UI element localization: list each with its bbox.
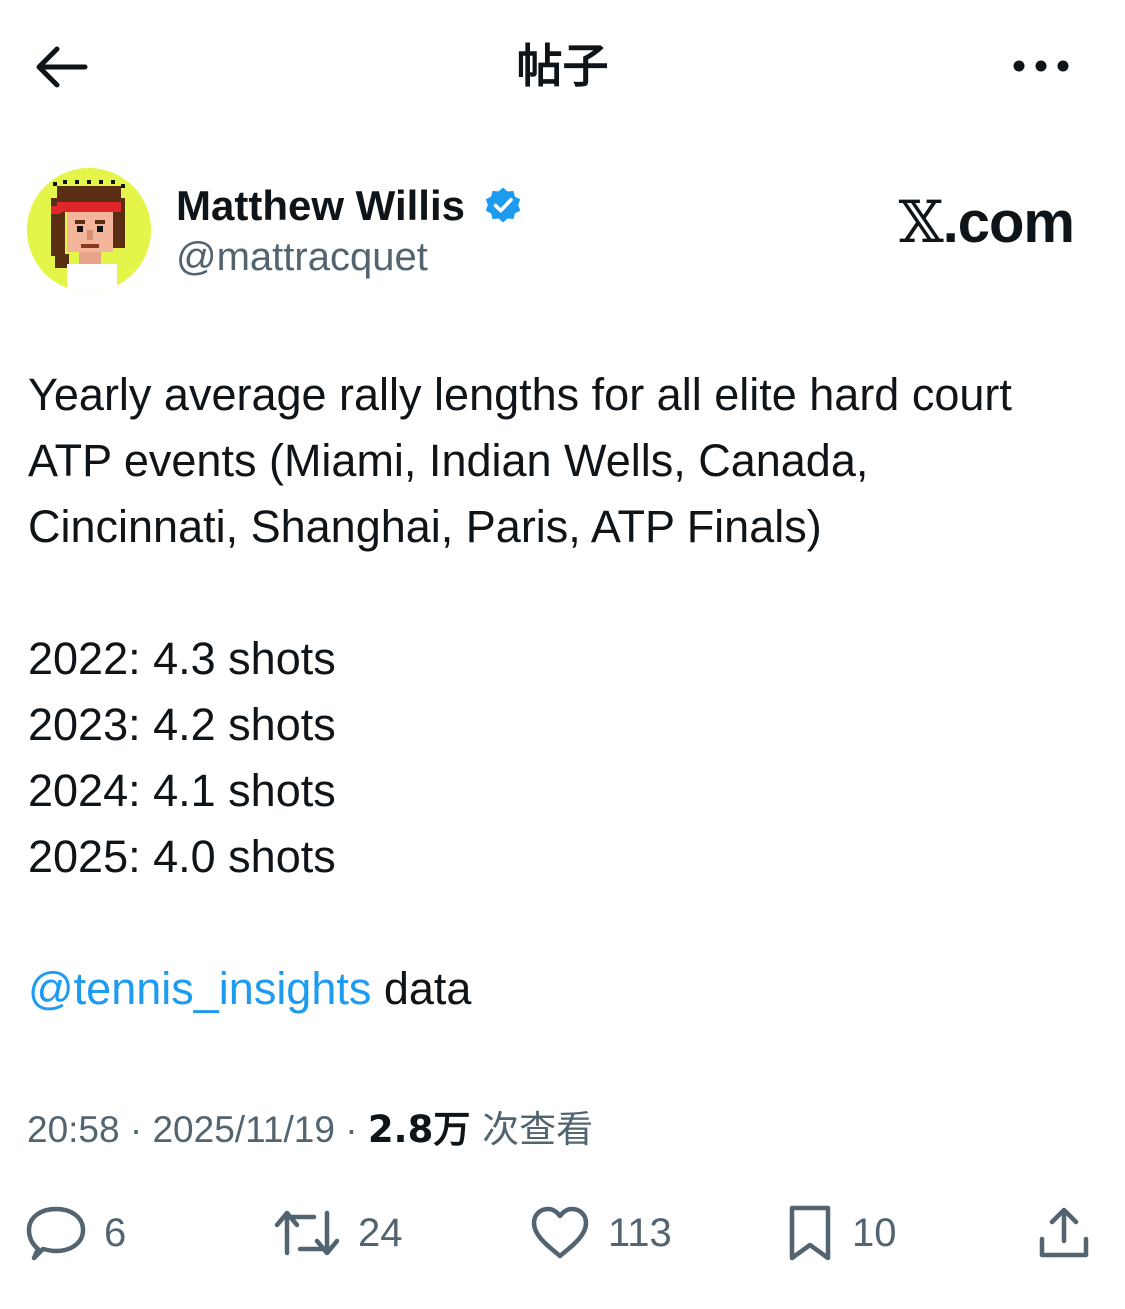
stat-line-2024: 2024: 4.1 shots — [28, 765, 336, 816]
avatar[interactable] — [27, 168, 151, 292]
stat-line-2023: 2023: 4.2 shots — [28, 699, 336, 750]
bookmark-count: 10 — [852, 1211, 897, 1255]
user-handle[interactable]: @mattracquet — [176, 232, 428, 282]
reply-count: 6 — [104, 1211, 127, 1255]
brand-suffix: .com — [942, 190, 1075, 255]
tweet-body: Yearly average rally lengths for all eli… — [28, 362, 1098, 1022]
stat-line-2022: 2022: 4.3 shots — [28, 633, 336, 684]
bookmark-icon — [789, 1205, 831, 1261]
tweet-line: Cincinnati, Shanghai, Paris, ATP Finals) — [28, 501, 822, 552]
tweet-line: Yearly average rally lengths for all eli… — [28, 369, 1012, 420]
reply-bubble-icon — [26, 1206, 86, 1261]
share-upload-icon — [1039, 1207, 1089, 1258]
post-time[interactable]: 20:58 — [27, 1109, 120, 1150]
tweet-line: ATP events (Miami, Indian Wells, Canada, — [28, 435, 869, 486]
author-row: Matthew Willis @mattracquet 𝕏.com — [27, 168, 1097, 294]
credit-line: @tennis_insights data — [28, 956, 1098, 1022]
views-count: 2.8万 — [367, 1108, 471, 1151]
top-bar: 帖子 — [0, 0, 1125, 132]
mention-link[interactable]: @tennis_insights — [28, 963, 371, 1014]
share-button[interactable] — [1036, 1198, 1092, 1268]
reply-button[interactable]: 6 — [26, 1198, 126, 1268]
x-logo-glyph: 𝕏 — [898, 188, 944, 256]
bookmark-button[interactable]: 10 — [786, 1198, 897, 1268]
more-options-button[interactable] — [1008, 40, 1074, 92]
heart-icon — [531, 1206, 589, 1259]
post-date[interactable]: 2025/11/19 — [152, 1109, 334, 1150]
more-horizontal-icon — [1013, 60, 1069, 72]
repost-icon — [274, 1210, 340, 1256]
verified-badge-icon — [485, 187, 521, 223]
display-name[interactable]: Matthew Willis — [176, 180, 465, 232]
repost-button[interactable]: 24 — [274, 1198, 403, 1268]
like-button[interactable]: 113 — [530, 1198, 672, 1268]
credit-suffix: data — [371, 963, 472, 1014]
meta-separator: · — [334, 1109, 368, 1150]
like-count: 113 — [608, 1211, 672, 1255]
pixel-avatar-image — [27, 168, 151, 292]
meta-separator: · — [119, 1109, 153, 1150]
stat-line-2025: 2025: 4.0 shots — [28, 831, 336, 882]
page-title: 帖子 — [516, 39, 609, 93]
x-com-watermark: 𝕏.com — [898, 188, 1075, 256]
repost-count: 24 — [358, 1211, 403, 1255]
views-label: 次查看 — [470, 1108, 594, 1151]
tweet-metadata: 20:58 · 2025/11/19 · 2.8万 次查看 — [27, 1106, 593, 1154]
